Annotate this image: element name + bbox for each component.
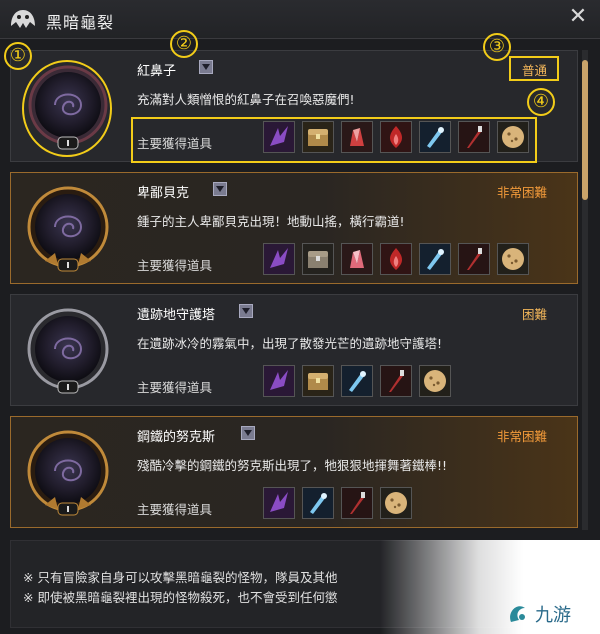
boss-card[interactable]: 鋼鐵的努克斯 非常困難 殘酷冷擊的鋼鐵的努克斯出現了，牠狠狠地揮舞著鐵棒!! 主…: [10, 416, 578, 528]
window-title: 黑暗龜裂: [46, 13, 115, 32]
items-highlight: [131, 117, 537, 163]
annotation-marker-4: ④: [527, 88, 555, 116]
note-line: ※ 只有冒險家自身可以攻擊黑暗龜裂的怪物，隊員及其他: [23, 570, 338, 585]
dark-portal-portrait: [27, 186, 109, 272]
dark-claw-icon[interactable]: [263, 243, 295, 275]
boss-name: 遺跡地守護塔: [137, 308, 216, 323]
items-label: 主要獲得道具: [137, 258, 213, 273]
items-label: 主要獲得道具: [137, 380, 213, 395]
cookie-icon[interactable]: [419, 365, 451, 397]
items-label: 主要獲得道具: [137, 502, 213, 517]
annotation-marker-3: ③: [483, 33, 511, 61]
dark-claw-icon[interactable]: [263, 365, 295, 397]
annotation-marker-2: ②: [170, 30, 198, 58]
annotation-marker-1: ①: [4, 42, 32, 70]
difficulty-label: 困難: [521, 307, 547, 322]
boss-description: 殘酷冷擊的鋼鐵的努克斯出現了，牠狠狠地揮舞著鐵棒!!: [137, 458, 448, 473]
dagger-icon[interactable]: [341, 487, 373, 519]
dark-claw-icon[interactable]: [263, 487, 295, 519]
ice-shard-icon[interactable]: [302, 487, 334, 519]
cookie-icon[interactable]: [380, 487, 412, 519]
note-line: ※ 即使被黑暗龜裂裡出現的怪物殺死，也不會受到任何懲: [23, 590, 338, 605]
scrollbar-thumb[interactable]: [582, 60, 588, 200]
dagger-icon[interactable]: [458, 243, 490, 275]
dark-portal-portrait: [27, 308, 109, 394]
crack-logo-icon: [11, 10, 35, 28]
dark-portal-portrait: [27, 430, 109, 516]
reward-items: [263, 243, 529, 275]
difficulty-label: 非常困難: [496, 429, 547, 444]
boss-name: 卑鄙貝克: [137, 186, 190, 201]
ice-shard-icon[interactable]: [341, 365, 373, 397]
red-flame-icon[interactable]: [380, 243, 412, 275]
close-button[interactable]: ✕: [566, 5, 590, 29]
boss-info-dropdown[interactable]: [213, 182, 227, 196]
watermark-text: 九游: [535, 605, 571, 626]
reward-items: [263, 365, 451, 397]
watermark-logo: 九游: [510, 605, 571, 626]
portrait-highlight: [22, 60, 112, 157]
boss-info-dropdown[interactable]: [199, 60, 213, 74]
boss-card[interactable]: 遺跡地守護塔 困難 在遺跡冰冷的霧氣中，出現了散發光芒的遺跡地守護塔! 主要獲得…: [10, 294, 578, 406]
treasure-chest-icon[interactable]: [302, 243, 334, 275]
reward-items: [263, 487, 412, 519]
dagger-icon[interactable]: [380, 365, 412, 397]
ice-shard-icon[interactable]: [419, 243, 451, 275]
boss-info-dropdown[interactable]: [241, 426, 255, 440]
boss-description: 充滿對人類憎恨的紅鼻子在召喚惡魔們!: [137, 92, 355, 107]
difficulty-highlight: [509, 56, 559, 81]
boss-info-dropdown[interactable]: [239, 304, 253, 318]
boss-card[interactable]: 卑鄙貝克 非常困難 鍾子的主人卑鄙貝克出現！地動山搖，橫行霸道! 主要獲得道具: [10, 172, 578, 284]
treasure-chest-icon[interactable]: [302, 365, 334, 397]
red-crystal-icon[interactable]: [341, 243, 373, 275]
cookie-icon[interactable]: [497, 243, 529, 275]
boss-description: 在遺跡冰冷的霧氣中，出現了散發光芒的遺跡地守護塔!: [137, 336, 443, 351]
difficulty-label: 非常困難: [496, 185, 547, 200]
boss-description: 鍾子的主人卑鄙貝克出現！地動山搖，橫行霸道!: [137, 214, 405, 229]
boss-name: 紅鼻子: [137, 64, 177, 79]
title-bar: 黑暗龜裂 ✕: [0, 0, 600, 39]
boss-name: 鋼鐵的努克斯: [137, 430, 216, 445]
